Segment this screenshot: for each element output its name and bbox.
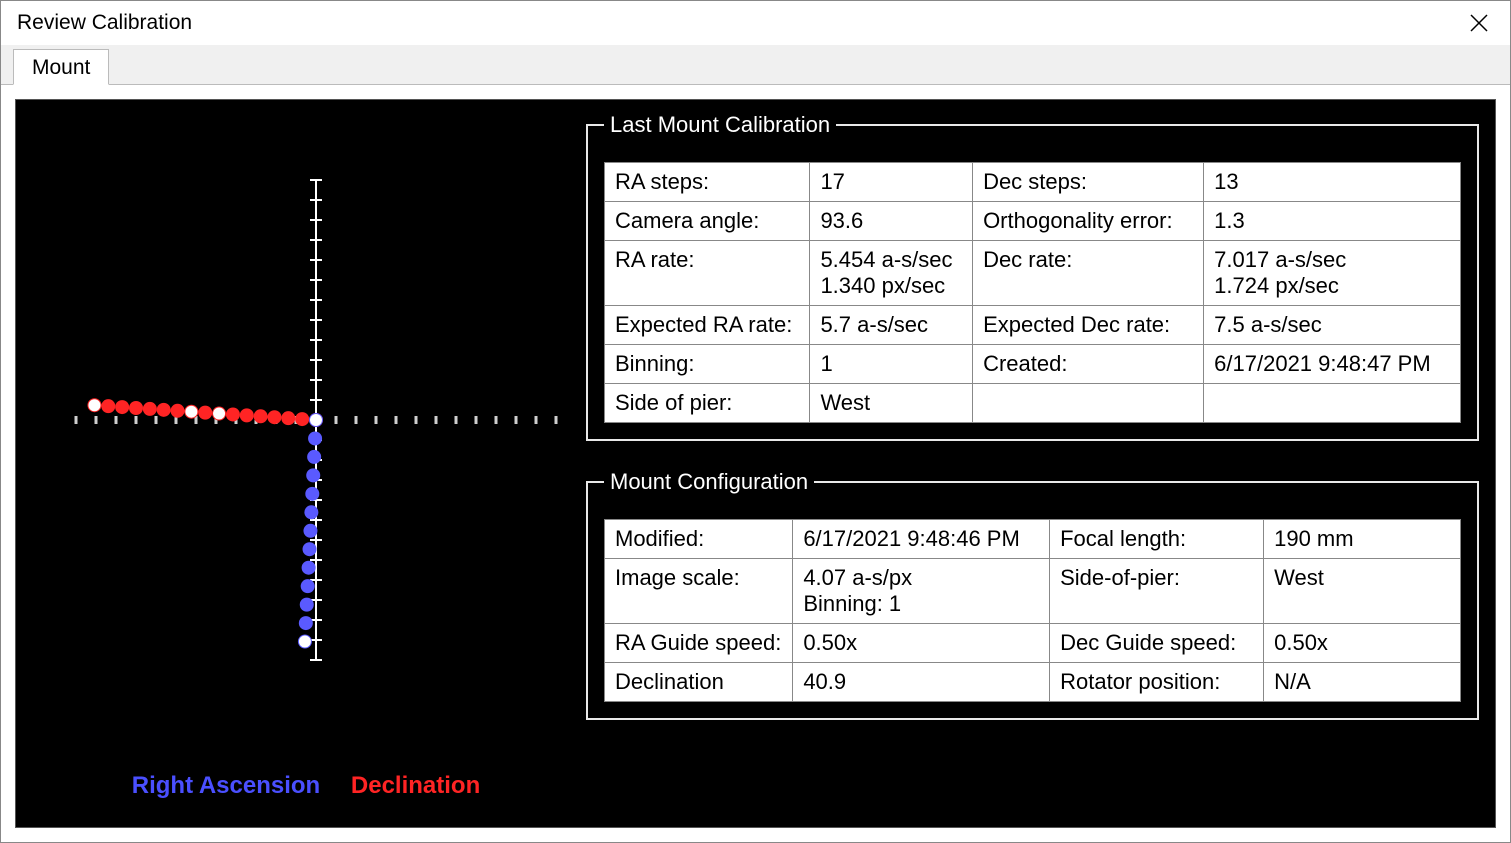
mountcfg-v2: West [1264, 559, 1461, 624]
lastcal-l1: Side of pier: [605, 384, 810, 423]
titlebar: Review Calibration [1, 1, 1510, 45]
tabstrip: Mount [1, 45, 1510, 85]
lastcal-l2: Created: [973, 345, 1204, 384]
group-mount-config-title: Mount Configuration [604, 469, 814, 495]
mountcfg-v1: 4.07 a-s/px Binning: 1 [793, 559, 1050, 624]
lastcal-v1: 5.454 a-s/sec 1.340 px/sec [810, 241, 973, 306]
mountcfg-l1: Image scale: [605, 559, 793, 624]
lastcal-l2: Dec steps: [973, 163, 1204, 202]
lastcal-v1: 17 [810, 163, 973, 202]
info-area: Last Mount Calibration RA steps:17Dec st… [586, 112, 1479, 807]
mountcfg-v1: 6/17/2021 9:48:46 PM [793, 520, 1050, 559]
lastcal-v2: 7.017 a-s/sec 1.724 px/sec [1204, 241, 1461, 306]
table-row: Binning:1Created:6/17/2021 9:48:47 PM [605, 345, 1461, 384]
table-mount-config: Modified:6/17/2021 9:48:46 PMFocal lengt… [604, 519, 1461, 702]
table-row: RA Guide speed:0.50xDec Guide speed:0.50… [605, 624, 1461, 663]
legend-ra: Right Ascension [132, 772, 320, 799]
lastcal-v1: 5.7 a-s/sec [810, 306, 973, 345]
content-area: Right Ascension Declination Last Mount C… [1, 85, 1510, 842]
calibration-chart-svg [36, 120, 576, 810]
lastcal-l1: RA steps: [605, 163, 810, 202]
mountcfg-v1: 0.50x [793, 624, 1050, 663]
table-row: RA steps:17Dec steps:13 [605, 163, 1461, 202]
lastcal-l1: RA rate: [605, 241, 810, 306]
lastcal-l1: Camera angle: [605, 202, 810, 241]
mountcfg-v1: 40.9 [793, 663, 1050, 702]
mountcfg-v2: N/A [1264, 663, 1461, 702]
table-row: Modified:6/17/2021 9:48:46 PMFocal lengt… [605, 520, 1461, 559]
lastcal-l1: Expected RA rate: [605, 306, 810, 345]
lastcal-v1: 1 [810, 345, 973, 384]
mountcfg-l1: Declination [605, 663, 793, 702]
mountcfg-v2: 190 mm [1264, 520, 1461, 559]
group-mount-config: Mount Configuration Modified:6/17/2021 9… [586, 469, 1479, 720]
mountcfg-l2: Rotator position: [1050, 663, 1264, 702]
mountcfg-l2: Side-of-pier: [1050, 559, 1264, 624]
group-last-calibration-title: Last Mount Calibration [604, 112, 836, 138]
legend-dec: Declination [351, 772, 480, 799]
lastcal-v2: 7.5 a-s/sec [1204, 306, 1461, 345]
lastcal-v1: West [810, 384, 973, 423]
close-icon [1470, 14, 1488, 32]
table-row: Camera angle:93.6Orthogonality error:1.3 [605, 202, 1461, 241]
lastcal-v1: 93.6 [810, 202, 973, 241]
mountcfg-l2: Focal length: [1050, 520, 1264, 559]
group-last-calibration: Last Mount Calibration RA steps:17Dec st… [586, 112, 1479, 441]
table-row: Side of pier:West [605, 384, 1461, 423]
calibration-chart: Right Ascension Declination [36, 120, 576, 810]
calibration-panel: Right Ascension Declination Last Mount C… [15, 99, 1496, 828]
window-close-button[interactable] [1456, 1, 1502, 45]
mountcfg-v2: 0.50x [1264, 624, 1461, 663]
lastcal-l1: Binning: [605, 345, 810, 384]
table-last-calibration: RA steps:17Dec steps:13Camera angle:93.6… [604, 162, 1461, 423]
table-row: RA rate:5.454 a-s/sec 1.340 px/secDec ra… [605, 241, 1461, 306]
lastcal-l2: Expected Dec rate: [973, 306, 1204, 345]
review-calibration-window: Review Calibration Mount Right Ascension… [0, 0, 1511, 843]
window-title: Review Calibration [17, 11, 1456, 35]
lastcal-l2: Dec rate: [973, 241, 1204, 306]
table-row: Image scale:4.07 a-s/px Binning: 1Side-o… [605, 559, 1461, 624]
mountcfg-l1: Modified: [605, 520, 793, 559]
table-row: Declination40.9Rotator position:N/A [605, 663, 1461, 702]
lastcal-v2 [1204, 384, 1461, 423]
mountcfg-l1: RA Guide speed: [605, 624, 793, 663]
mountcfg-l2: Dec Guide speed: [1050, 624, 1264, 663]
chart-legend: Right Ascension Declination [36, 772, 576, 800]
lastcal-v2: 1.3 [1204, 202, 1461, 241]
lastcal-v2: 6/17/2021 9:48:47 PM [1204, 345, 1461, 384]
tab-mount[interactable]: Mount [13, 49, 109, 85]
lastcal-v2: 13 [1204, 163, 1461, 202]
lastcal-l2: Orthogonality error: [973, 202, 1204, 241]
lastcal-l2 [973, 384, 1204, 423]
table-row: Expected RA rate:5.7 a-s/secExpected Dec… [605, 306, 1461, 345]
